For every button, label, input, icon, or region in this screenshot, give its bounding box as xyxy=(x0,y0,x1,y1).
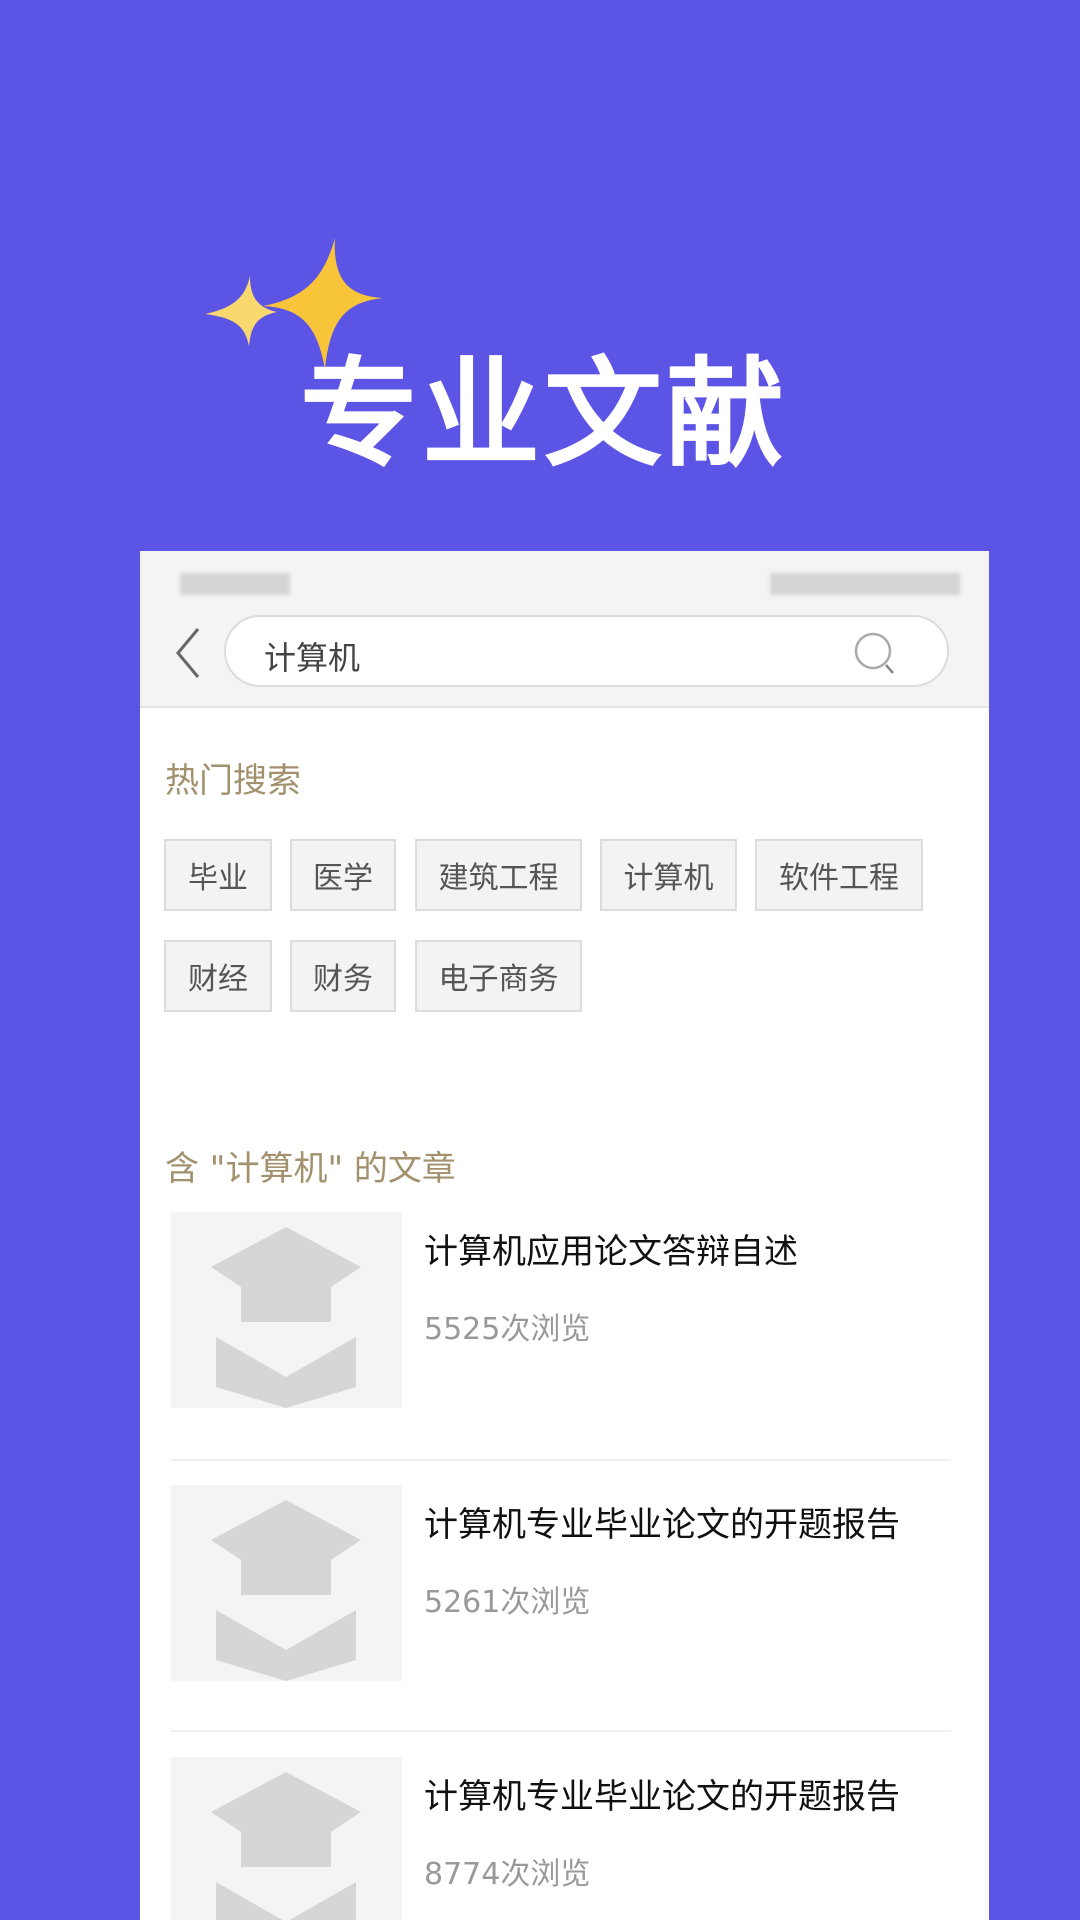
divider xyxy=(171,1459,951,1461)
search-input[interactable]: 计算机 xyxy=(224,615,949,687)
hot-tag[interactable]: 财务 xyxy=(290,940,396,1012)
article-title[interactable]: 计算机专业毕业论文的开题报告 xyxy=(424,1497,900,1546)
article-title[interactable]: 计算机专业毕业论文的开题报告 xyxy=(424,1769,900,1818)
hot-tag[interactable]: 电子商务 xyxy=(415,940,582,1012)
list-item[interactable]: 计算机应用论文答辩自述 5525次浏览 xyxy=(140,1212,989,1484)
hot-tag[interactable]: 毕业 xyxy=(164,839,272,911)
graduation-cap-icon xyxy=(171,1757,402,1920)
hot-tag[interactable]: 财经 xyxy=(164,940,272,1012)
graduation-cap-icon xyxy=(171,1212,402,1408)
view-count: 8774次浏览 xyxy=(424,1857,591,1892)
search-icon[interactable] xyxy=(851,629,901,679)
list-item[interactable]: 计算机专业毕业论文的开题报告 8774次浏览 xyxy=(140,1757,989,1920)
article-title[interactable]: 计算机应用论文答辩自述 xyxy=(424,1224,798,1273)
hot-tag[interactable]: 计算机 xyxy=(600,839,737,911)
phone-screenshot: 计算机 热门搜索 毕业 医学 建筑工程 计算机 软件工程 财经 财务 电子商务 … xyxy=(140,551,989,1920)
chevron-left-icon[interactable] xyxy=(168,623,208,683)
results-heading: 含 "计算机" 的文章 xyxy=(165,1149,456,1189)
search-query[interactable]: 计算机 xyxy=(264,633,360,679)
hero-title: 专业文献 xyxy=(300,345,789,483)
search-header: 计算机 xyxy=(140,551,989,708)
view-count: 5261次浏览 xyxy=(424,1585,591,1620)
graduation-cap-icon xyxy=(171,1485,402,1681)
status-bar xyxy=(140,551,989,615)
hot-tag[interactable]: 软件工程 xyxy=(755,839,923,911)
view-count: 5525次浏览 xyxy=(424,1312,591,1347)
list-item[interactable]: 计算机专业毕业论文的开题报告 5261次浏览 xyxy=(140,1485,989,1757)
divider xyxy=(171,1730,951,1732)
hot-tag[interactable]: 建筑工程 xyxy=(415,839,582,911)
hot-search-heading: 热门搜索 xyxy=(165,761,301,801)
hot-tag[interactable]: 医学 xyxy=(290,839,396,911)
